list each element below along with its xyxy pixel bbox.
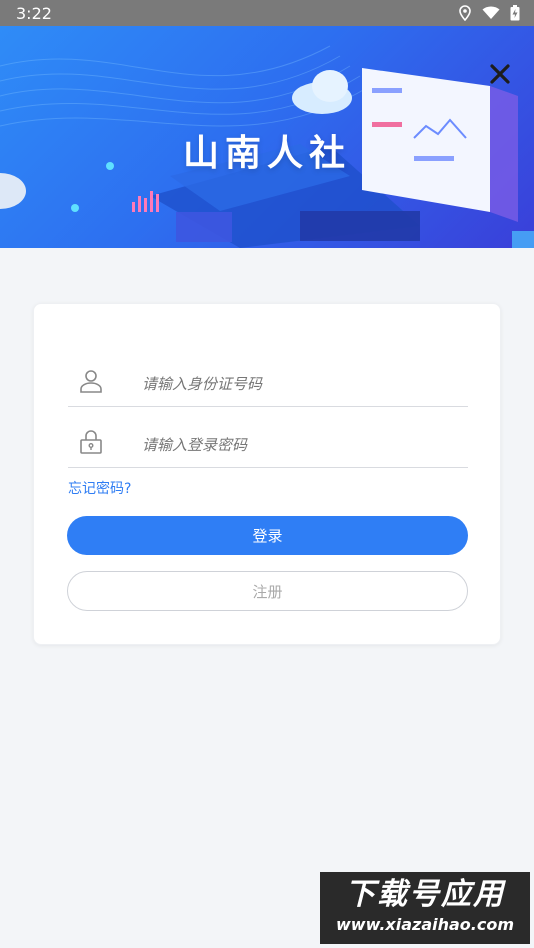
cloud-icon [292,70,352,114]
close-icon [490,64,510,84]
wifi-icon [482,6,500,20]
status-bar: 3:22 [0,0,534,26]
header-banner: 山南人社 [0,26,534,248]
location-icon [458,5,472,21]
register-button[interactable]: 注册 [67,571,468,611]
password-input[interactable] [140,431,464,459]
id-number-input[interactable] [140,370,464,398]
forgot-password-link[interactable]: 忘记密码? [68,478,131,498]
watermark-url: www.xiazaihao.com [336,915,514,934]
app-title: 山南人社 [182,133,351,174]
login-card: 忘记密码? 登录 注册 [33,303,501,645]
watermark-title: 下载号应用 [345,877,505,912]
id-number-field [68,362,468,407]
battery-charging-icon [510,5,520,21]
lock-icon [78,429,104,455]
user-icon [78,368,104,394]
watermark: 下载号应用 www.xiazaihao.com [320,872,530,944]
password-field [68,423,468,468]
login-button[interactable]: 登录 [67,516,468,555]
status-time: 3:22 [16,3,52,23]
close-button[interactable] [484,58,516,90]
status-icons [458,5,520,21]
